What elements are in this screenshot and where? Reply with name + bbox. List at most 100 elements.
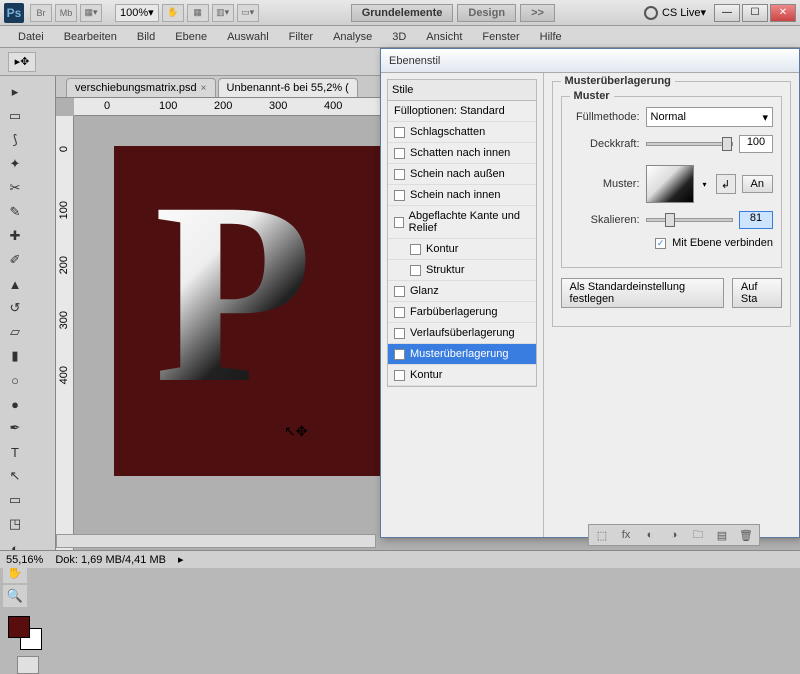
workspace-design[interactable]: Design xyxy=(457,4,516,22)
menu-analyse[interactable]: Analyse xyxy=(323,31,382,43)
effect-bevel[interactable]: Abgeflachte Kante und Relief xyxy=(388,206,536,239)
menu-auswahl[interactable]: Auswahl xyxy=(217,31,279,43)
shape-tool[interactable]: ▭ xyxy=(3,489,27,511)
stamp-tool[interactable]: ▲ xyxy=(3,273,27,295)
delete-layer-icon[interactable]: 🗑 xyxy=(737,527,755,543)
menu-filter[interactable]: Filter xyxy=(279,31,323,43)
doc-tab-0[interactable]: verschiebungsmatrix.psd× xyxy=(66,78,216,97)
checkbox[interactable] xyxy=(394,127,405,138)
status-zoom[interactable]: 55,16% xyxy=(6,554,43,566)
effect-bevel-kontur[interactable]: Kontur xyxy=(388,239,536,260)
make-default-button[interactable]: Als Standardeinstellung festlegen xyxy=(561,278,724,308)
bridge-button[interactable]: Br xyxy=(30,4,52,22)
effect-farbueberlagerung[interactable]: Farbüberlagerung xyxy=(388,302,536,323)
marquee-tool[interactable]: ▭ xyxy=(3,105,27,127)
layer-mask-icon[interactable]: ◐ xyxy=(641,527,659,543)
checkbox[interactable] xyxy=(394,370,405,381)
menu-hilfe[interactable]: Hilfe xyxy=(530,31,572,43)
zoom-dropdown[interactable]: 100% ▾ xyxy=(115,4,159,22)
pattern-picker[interactable] xyxy=(646,165,694,203)
magic-wand-tool[interactable]: ✦ xyxy=(3,153,27,175)
move-tool[interactable]: ▸ xyxy=(3,81,27,103)
doc-tab-1[interactable]: Unbenannt-6 bei 55,2% ( xyxy=(218,78,358,97)
minibridge-button[interactable]: Mb xyxy=(55,4,77,22)
snap-to-origin-icon[interactable]: ↲ xyxy=(716,174,736,194)
window-maximize[interactable]: ☐ xyxy=(742,4,768,22)
checkbox[interactable] xyxy=(394,148,405,159)
menu-fenster[interactable]: Fenster xyxy=(472,31,529,43)
rotate-view-shortcut[interactable]: ▦ xyxy=(187,4,209,22)
effect-bevel-struktur[interactable]: Struktur xyxy=(388,260,536,281)
menu-datei[interactable]: Datei xyxy=(8,31,54,43)
scale-input[interactable]: 81 xyxy=(739,211,773,229)
horizontal-scrollbar[interactable] xyxy=(56,534,376,548)
3d-tool[interactable]: ◳ xyxy=(3,513,27,535)
crop-tool[interactable]: ✂ xyxy=(3,177,27,199)
opacity-slider[interactable] xyxy=(646,142,733,146)
effect-kontur[interactable]: Kontur xyxy=(388,365,536,386)
effect-schatten-innen[interactable]: Schatten nach innen xyxy=(388,143,536,164)
checkbox[interactable] xyxy=(394,328,405,339)
checkbox[interactable] xyxy=(410,244,421,255)
new-group-icon[interactable]: 🗀 xyxy=(689,527,707,543)
checkbox[interactable] xyxy=(394,190,405,201)
checkbox[interactable] xyxy=(410,265,421,276)
quick-mask-toggle[interactable] xyxy=(17,656,39,674)
pen-tool[interactable]: ✒ xyxy=(3,417,27,439)
link-layers-icon[interactable]: ⬚ xyxy=(593,527,611,543)
lasso-tool[interactable]: ⟆ xyxy=(3,129,27,151)
status-doc-size[interactable]: Dok: 1,69 MB/4,41 MB xyxy=(55,554,166,566)
eyedropper-tool[interactable]: ✎ xyxy=(3,201,27,223)
status-menu-icon[interactable]: ▸ xyxy=(178,553,184,566)
menu-3d[interactable]: 3D xyxy=(382,31,416,43)
current-tool-indicator[interactable]: ▸✥ xyxy=(8,52,36,72)
reset-default-button[interactable]: Auf Sta xyxy=(732,278,782,308)
gradient-tool[interactable]: ▮ xyxy=(3,345,27,367)
checkbox[interactable] xyxy=(394,169,405,180)
window-minimize[interactable]: — xyxy=(714,4,740,22)
menu-bearbeiten[interactable]: Bearbeiten xyxy=(54,31,127,43)
type-tool[interactable]: T xyxy=(3,441,27,463)
link-layer-checkbox[interactable] xyxy=(655,238,666,249)
path-select-tool[interactable]: ↖ xyxy=(3,465,27,487)
workspace-grundelemente[interactable]: Grundelemente xyxy=(351,4,454,22)
arrange-docs-button[interactable]: ▥▾ xyxy=(212,4,234,22)
checkbox[interactable] xyxy=(394,349,405,360)
eraser-tool[interactable]: ▱ xyxy=(3,321,27,343)
blur-tool[interactable]: ○ xyxy=(3,369,27,391)
menu-ebene[interactable]: Ebene xyxy=(165,31,217,43)
zoom-tool[interactable]: 🔍 xyxy=(3,585,27,607)
adjustment-layer-icon[interactable]: ◑ xyxy=(665,527,683,543)
checkbox[interactable] xyxy=(394,307,405,318)
blend-mode-select[interactable]: Normal▾ xyxy=(646,107,773,127)
hand-tool-shortcut[interactable]: ✋ xyxy=(162,4,184,22)
effect-musterueberlagerung[interactable]: Musterüberlagerung xyxy=(388,344,536,365)
fill-options-row[interactable]: Fülloptionen: Standard xyxy=(388,101,536,122)
effect-glanz[interactable]: Glanz xyxy=(388,281,536,302)
brush-tool[interactable]: ✐ xyxy=(3,249,27,271)
workspace-more[interactable]: >> xyxy=(520,4,555,22)
scale-slider[interactable] xyxy=(646,218,733,222)
dodge-tool[interactable]: ● xyxy=(3,393,27,415)
view-extras-button[interactable]: ▦▾ xyxy=(80,4,102,22)
checkbox[interactable] xyxy=(394,217,404,228)
document-canvas[interactable]: P xyxy=(114,146,394,476)
pattern-dropdown-icon[interactable]: ▾ xyxy=(700,180,710,189)
effect-schein-innen[interactable]: Schein nach innen xyxy=(388,185,536,206)
color-swatches[interactable] xyxy=(2,616,53,650)
window-close[interactable]: ✕ xyxy=(770,4,796,22)
layer-fx-icon[interactable]: fx xyxy=(617,527,635,543)
screen-mode-button[interactable]: ▭▾ xyxy=(237,4,259,22)
menu-bild[interactable]: Bild xyxy=(127,31,165,43)
effect-schein-aussen[interactable]: Schein nach außen xyxy=(388,164,536,185)
styles-header[interactable]: Stile xyxy=(387,79,537,100)
healing-tool[interactable]: ✚ xyxy=(3,225,27,247)
cs-live-button[interactable]: CS Live ▾ xyxy=(644,6,706,20)
menu-ansicht[interactable]: Ansicht xyxy=(416,31,472,43)
new-layer-icon[interactable]: ▤ xyxy=(713,527,731,543)
close-icon[interactable]: × xyxy=(201,83,207,94)
history-brush-tool[interactable]: ↺ xyxy=(3,297,27,319)
dialog-titlebar[interactable]: Ebenenstil xyxy=(381,49,799,73)
effect-schlagschatten[interactable]: Schlagschatten xyxy=(388,122,536,143)
opacity-input[interactable]: 100 xyxy=(739,135,773,153)
